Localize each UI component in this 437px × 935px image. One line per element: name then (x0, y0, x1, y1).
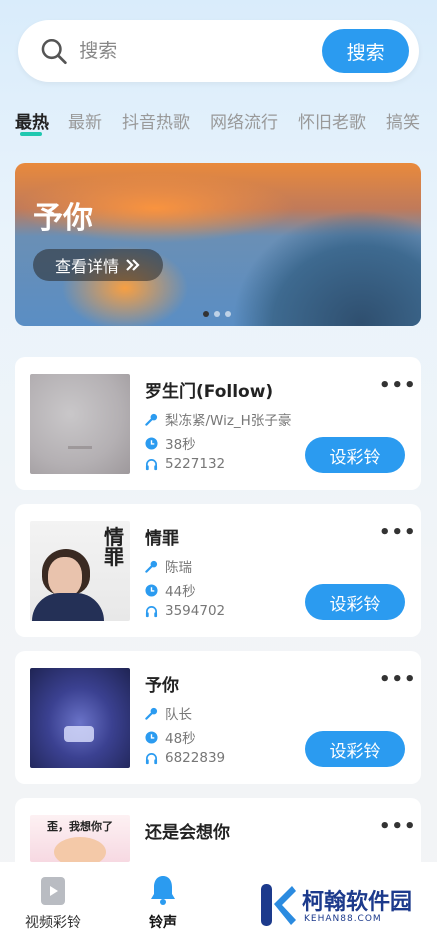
banner[interactable]: 予你 查看详情 (15, 163, 421, 326)
song-title: 予你 (145, 676, 179, 696)
song-plays: 6822839 (145, 750, 225, 766)
tab-new[interactable]: 最新 (68, 108, 102, 133)
song-cover: 歪，我想你了 (30, 815, 130, 862)
view-details-label: 查看详情 (54, 257, 119, 276)
song-cover: 情罪 (30, 521, 130, 621)
song-cover (30, 374, 130, 474)
more-options-icon[interactable]: ••• (379, 375, 417, 396)
song-title: 情罪 (145, 529, 179, 549)
tab-oldies[interactable]: 怀旧老歌 (298, 108, 366, 133)
play-count: 6822839 (165, 750, 226, 766)
double-chevron-right-icon (126, 259, 140, 271)
song-artist: 梨冻紧/Wiz_H张子豪 (145, 409, 291, 429)
artist-name: 队长 (165, 707, 192, 723)
search-input[interactable] (79, 40, 323, 62)
search-button[interactable]: 搜索 (322, 29, 409, 73)
more-options-icon[interactable]: ••• (379, 669, 417, 690)
page-dot (203, 311, 209, 317)
duration-text: 48秒 (165, 731, 196, 747)
microphone-icon (145, 707, 158, 720)
artist-name: 梨冻紧/Wiz_H张子豪 (165, 413, 292, 429)
song-card[interactable]: 予你 ••• 队长 48秒 6822839 设彩铃 (15, 651, 421, 784)
page-dot (225, 311, 231, 317)
play-count: 5227132 (165, 456, 226, 472)
banner-title: 予你 (33, 201, 93, 236)
song-plays: 3594702 (145, 603, 225, 619)
duration-text: 38秒 (165, 437, 196, 453)
active-tab-indicator (20, 132, 42, 136)
clock-icon (145, 436, 158, 450)
artist-name: 陈瑞 (165, 560, 192, 576)
song-duration: 48秒 (145, 727, 196, 747)
song-card[interactable]: 歪，我想你了 还是会想你 ••• (15, 798, 421, 862)
cover-caption: 歪，我想你了 (47, 820, 113, 833)
bell-icon (151, 876, 175, 905)
watermark: 柯翰软件园 KEHAN88.COM (258, 878, 428, 930)
song-plays: 5227132 (145, 456, 225, 472)
song-artist: 队长 (145, 703, 192, 723)
nav-label: 铃声 (149, 915, 177, 931)
song-card[interactable]: 罗生门(Follow) ••• 梨冻紧/Wiz_H张子豪 38秒 5227132… (15, 357, 421, 490)
tab-network[interactable]: 网络流行 (210, 108, 278, 133)
set-ringtone-button[interactable]: 设彩铃 (305, 437, 405, 473)
duration-text: 44秒 (165, 584, 196, 600)
page-dot (214, 311, 220, 317)
nav-label: 视频彩铃 (25, 915, 81, 931)
microphone-icon (145, 413, 158, 426)
song-title: 还是会想你 (145, 823, 230, 843)
play-count: 3594702 (165, 603, 226, 619)
more-options-icon[interactable]: ••• (379, 816, 417, 837)
watermark-subtext: KEHAN88.COM (304, 914, 382, 924)
watermark-logo (261, 884, 296, 926)
banner-image (191, 183, 421, 326)
tab-hot[interactable]: 最热 (15, 108, 49, 133)
more-options-icon[interactable]: ••• (379, 522, 417, 543)
category-tabs: 最热 最新 抖音热歌 网络流行 怀旧老歌 搞笑 (0, 104, 437, 144)
song-card[interactable]: 情罪 情罪 ••• 陈瑞 44秒 3594702 设彩铃 (15, 504, 421, 637)
view-details-button[interactable]: 查看详情 (33, 249, 163, 281)
song-duration: 44秒 (145, 580, 196, 600)
headphones-icon (145, 752, 158, 764)
set-ringtone-button[interactable]: 设彩铃 (305, 584, 405, 620)
search-bar: 搜索 (18, 20, 419, 82)
headphones-icon (145, 458, 158, 470)
song-duration: 38秒 (145, 433, 196, 453)
headphones-icon (145, 605, 158, 617)
banner-page-indicator (203, 311, 231, 317)
tab-douyin[interactable]: 抖音热歌 (122, 108, 190, 133)
clock-icon (145, 730, 158, 744)
song-cover (30, 668, 130, 768)
clock-icon (145, 583, 158, 597)
song-artist: 陈瑞 (145, 556, 192, 576)
set-ringtone-button[interactable]: 设彩铃 (305, 731, 405, 767)
search-icon (41, 39, 67, 65)
tab-funny[interactable]: 搞笑 (386, 108, 420, 133)
video-ringtone-icon (41, 877, 65, 905)
watermark-text: 柯翰软件园 (302, 890, 413, 915)
song-title: 罗生门(Follow) (145, 382, 274, 402)
microphone-icon (145, 560, 158, 573)
